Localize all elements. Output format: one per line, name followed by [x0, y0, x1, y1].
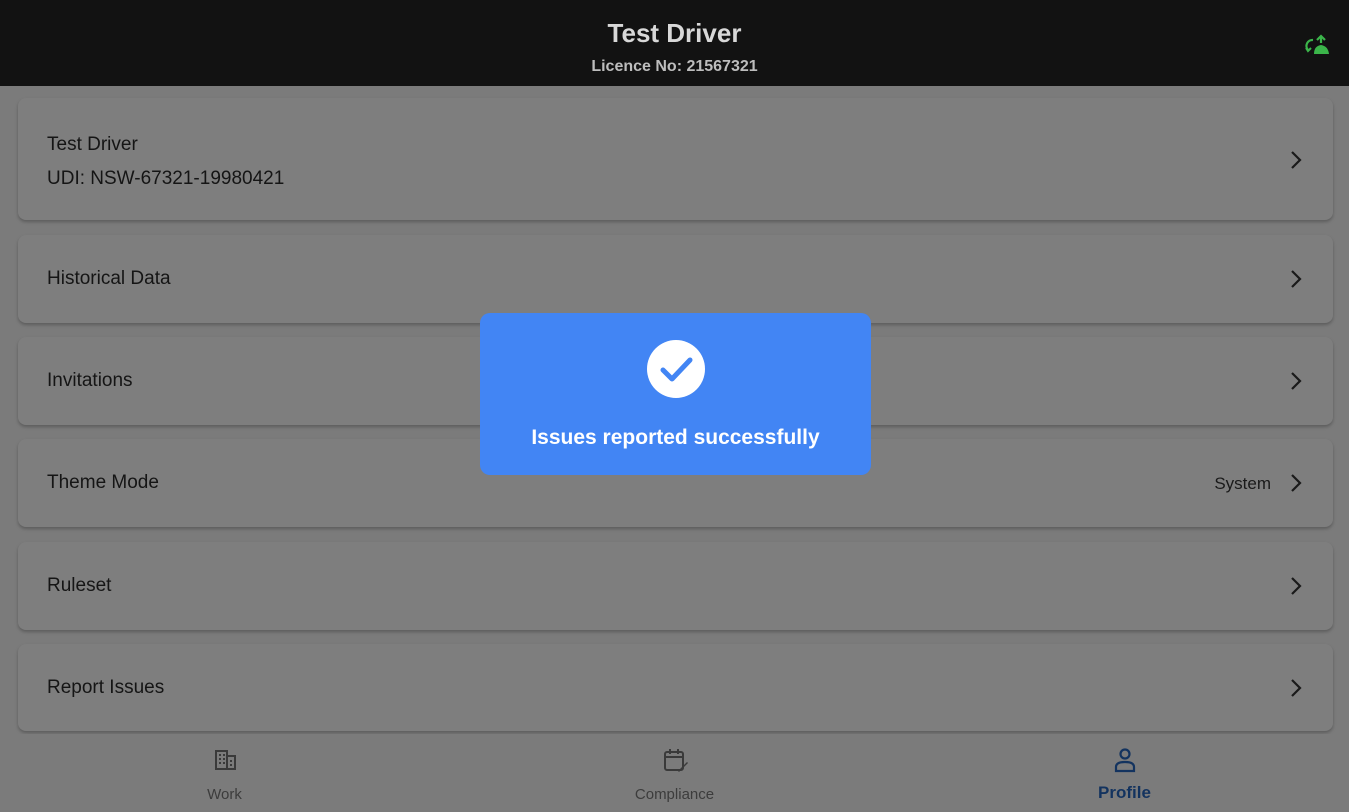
nav-label-work: Work — [207, 786, 242, 803]
historical-data-item[interactable]: Historical Data — [18, 235, 1333, 323]
nav-tab-work[interactable]: Work — [0, 734, 449, 812]
theme-mode-value: System — [1214, 474, 1271, 493]
chevron-right-icon — [1291, 679, 1302, 697]
invitations-label: Invitations — [47, 370, 133, 391]
historical-data-label: Historical Data — [47, 268, 171, 289]
nav-label-compliance: Compliance — [634, 786, 715, 803]
chevron-right-icon — [1291, 577, 1302, 595]
bottom-navigation: Work Compliance Profile — [0, 734, 1349, 812]
app-header: Test Driver Licence No: 21567321 — [0, 0, 1349, 86]
person-icon — [1114, 748, 1135, 773]
driver-name: Test Driver — [47, 134, 138, 155]
nav-tab-profile[interactable]: Profile — [900, 734, 1349, 812]
profile-card[interactable]: Test Driver UDI: NSW-67321-19980421 — [18, 98, 1333, 220]
chevron-right-icon — [1291, 474, 1302, 492]
ruleset-item[interactable]: Ruleset — [18, 542, 1333, 630]
calendar-edit-icon — [663, 749, 688, 772]
header-title: Test Driver — [607, 18, 742, 48]
cloud-sync-icon[interactable] — [1305, 34, 1331, 56]
header-licence-number: Licence No: 21567321 — [591, 58, 758, 75]
chevron-right-icon — [1291, 372, 1302, 390]
theme-mode-label: Theme Mode — [47, 472, 159, 493]
driver-udi: UDI: NSW-67321-19980421 — [47, 168, 285, 189]
toast-message: Issues reported successfully — [531, 426, 820, 449]
profile-screen: Test Driver Licence No: 21567321 Test Dr… — [0, 0, 1349, 812]
nav-label-profile: Profile — [1098, 783, 1151, 802]
success-toast: Issues reported successfully — [480, 313, 871, 475]
chevron-right-icon — [1291, 151, 1302, 169]
building-icon — [214, 750, 236, 770]
report-issues-label: Report Issues — [47, 677, 165, 698]
chevron-right-icon — [1291, 270, 1302, 288]
report-issues-item[interactable]: Report Issues — [18, 644, 1333, 731]
ruleset-label: Ruleset — [47, 575, 112, 596]
check-circle-icon — [646, 340, 705, 398]
nav-tab-compliance[interactable]: Compliance — [450, 734, 899, 812]
